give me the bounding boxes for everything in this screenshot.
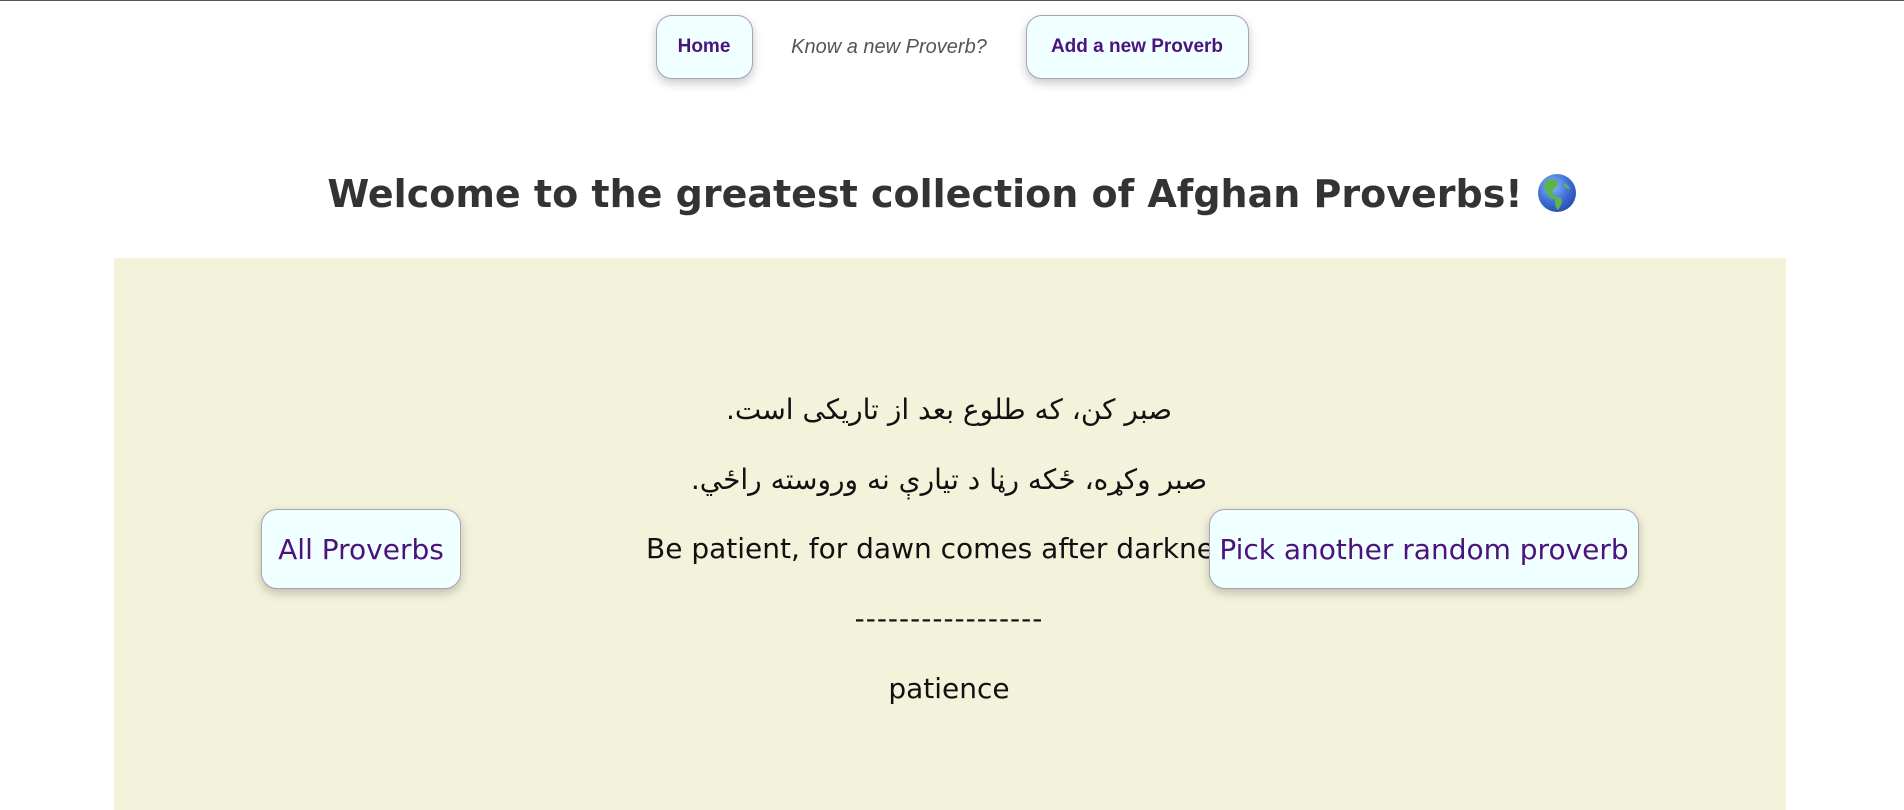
add-proverb-button[interactable]: Add a new Proverb: [1025, 15, 1249, 79]
top-nav: Home Know a new Proverb? Add a new Prove…: [0, 15, 1904, 79]
page-title-text: Welcome to the greatest collection of Af…: [327, 172, 1523, 216]
proverb-panel: All Proverbs صبر کن، که طلوع بعد از تاری…: [114, 258, 1786, 810]
proverb-category: patience: [888, 672, 1010, 705]
all-proverbs-button-label: All Proverbs: [278, 532, 444, 566]
new-proverb-prompt: Know a new Proverb?: [791, 35, 987, 58]
proverb-dari-text: صبر کن، که طلوع بعد از تاریکی است.: [725, 393, 1173, 426]
globe-americas-icon: [1537, 173, 1577, 213]
proverb-pashto-text: صبر وکړه، ځکه رڼا د تیارې نه وروسته راځي…: [690, 463, 1208, 496]
home-button[interactable]: Home: [655, 15, 753, 79]
page-title: Welcome to the greatest collection of Af…: [0, 167, 1904, 221]
random-proverb-button[interactable]: Pick another random proverb: [1209, 509, 1639, 589]
home-button-label: Home: [677, 36, 731, 57]
random-proverb-button-label: Pick another random proverb: [1219, 532, 1629, 566]
all-proverbs-button[interactable]: All Proverbs: [261, 509, 461, 589]
add-proverb-button-label: Add a new Proverb: [1050, 36, 1224, 57]
proverb-separator: -----------------: [854, 602, 1044, 635]
